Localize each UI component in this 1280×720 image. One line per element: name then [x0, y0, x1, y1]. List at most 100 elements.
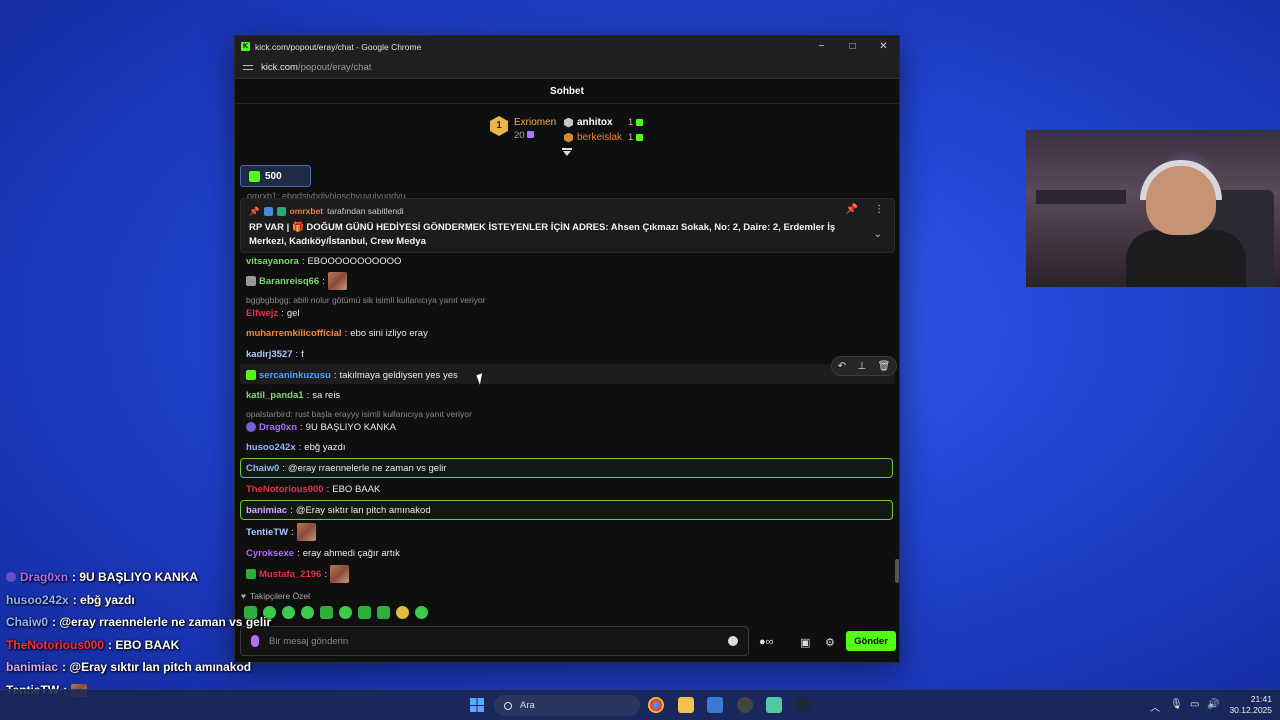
chat-message[interactable]: husoo242x: ebğ yazdı: [246, 440, 345, 454]
chat-message[interactable]: Baranreisq66:: [246, 272, 347, 290]
windows-start-icon[interactable]: [470, 698, 484, 712]
kicks-pill[interactable]: 500: [240, 165, 311, 187]
app-icon[interactable]: [766, 697, 782, 713]
leader-count: 20: [514, 130, 535, 141]
badge-icon: [246, 422, 256, 432]
leader-second[interactable]: anhitox: [564, 117, 613, 128]
gift-icon: [527, 131, 535, 138]
bronze-rank-icon: [564, 132, 573, 143]
chat-message[interactable]: sercaninkuzusu: takılmaya geldiysen yes …: [246, 368, 458, 382]
rank-one-badge-icon: 1: [490, 116, 508, 136]
reply-icon[interactable]: ↶: [838, 361, 846, 372]
emote-icon[interactable]: [415, 606, 428, 619]
pin-icon: 📌: [249, 205, 260, 216]
emote-icon[interactable]: [358, 606, 371, 619]
leader-third[interactable]: berkeislak: [564, 132, 622, 143]
volume-icon[interactable]: 🔊: [1207, 699, 1219, 710]
maximize-button[interactable]: □: [837, 36, 868, 57]
settings-gear-icon[interactable]: ⚙: [825, 636, 835, 649]
emote-image: [296, 523, 316, 541]
webcam-feed: [1026, 130, 1280, 287]
title-bar: K kick.com/popout/eray/chat - Google Chr…: [235, 36, 899, 57]
store-icon[interactable]: ▣: [800, 636, 810, 649]
chat-header: Sohbet: [235, 79, 899, 104]
chat-message[interactable]: Elfwejz: gel: [246, 306, 300, 320]
pinned-message[interactable]: 📌 omrxbet tarafından sabitlendi 📌 ⋮ RP V…: [240, 198, 895, 253]
kicks-icon: [249, 170, 260, 182]
chat-message[interactable]: kadirj3527: f: [246, 347, 304, 361]
windows-taskbar: Ara ︿ 🎙 ▭ 🔊 21:41 30.12.2025: [0, 689, 1280, 720]
pin-message-icon[interactable]: ⊥: [857, 361, 866, 372]
chat-message[interactable]: vitsayanora: EBOOOOOOOOOOO: [246, 254, 401, 268]
more-options-icon[interactable]: ⋮: [874, 204, 884, 215]
send-button[interactable]: Gönder: [846, 631, 896, 651]
pinned-by-user[interactable]: omrxbet: [290, 206, 324, 216]
emote-image: [327, 272, 347, 290]
second-count: 1: [628, 117, 644, 128]
overlay-chat-line: Drag0xn: 9U BAŞLIYO KANKA: [6, 570, 198, 584]
leader-name[interactable]: Exriomen: [514, 117, 556, 128]
taskbar-clock[interactable]: 21:41 30.12.2025: [1222, 694, 1272, 716]
microphone-icon[interactable]: [251, 635, 259, 647]
emote-icon[interactable]: [301, 606, 314, 619]
kick-logo-icon: K: [241, 42, 250, 51]
window-title: kick.com/popout/eray/chat - Google Chrom…: [255, 41, 422, 52]
chat-input[interactable]: [269, 635, 728, 647]
gift-icon: [636, 134, 644, 141]
collapse-leaderboard-icon[interactable]: [562, 148, 572, 158]
close-button[interactable]: ✕: [868, 36, 899, 57]
chat-message[interactable]: muharremkilicofficial: ebo sini izliyo e…: [246, 326, 428, 340]
pinned-by-label: tarafından sabitlendi: [327, 206, 404, 216]
reply-context[interactable]: bggbgbbgg: abili nolur götümü sik isimli…: [246, 295, 486, 305]
badge-icon: [276, 206, 286, 216]
silver-rank-icon: [564, 117, 573, 128]
emote-icon[interactable]: [377, 606, 390, 619]
chrome-window: K kick.com/popout/eray/chat - Google Chr…: [234, 35, 900, 663]
file-explorer-icon[interactable]: [678, 697, 694, 713]
taskbar-search[interactable]: Ara: [494, 695, 640, 716]
tray-chevron-icon[interactable]: ︿: [1150, 699, 1160, 714]
badge-icon: [246, 569, 256, 579]
chat-message[interactable]: TentieTW:: [246, 523, 316, 541]
app-icon[interactable]: [737, 697, 753, 713]
follower-only-label: ♥ Takipçilere Özel: [241, 591, 311, 601]
chat-message[interactable]: Chaiw0: @eray rraennelerle ne zaman vs g…: [246, 461, 446, 475]
unpin-icon[interactable]: 📌: [846, 204, 858, 215]
third-count: 1: [628, 132, 644, 143]
kicks-gift-icon[interactable]: ●∞: [759, 636, 774, 648]
emote-icon[interactable]: [320, 606, 333, 619]
emote-icon[interactable]: [339, 606, 352, 619]
chat-message[interactable]: banimiac: @Eray sıktır lan pitch amınako…: [246, 503, 431, 517]
steam-icon[interactable]: [795, 697, 811, 713]
microphone-tray-icon[interactable]: 🎙: [1170, 699, 1183, 710]
chat-message[interactable]: Drag0xn: 9U BAŞLIYO KANKA: [246, 420, 396, 434]
badge-icon: [263, 206, 273, 216]
reply-context[interactable]: opalstarbird: rust başla erayyy isimli k…: [246, 409, 472, 419]
network-icon[interactable]: ▭: [1190, 699, 1199, 710]
chat-scrollbar[interactable]: [895, 559, 899, 583]
photos-icon[interactable]: [707, 697, 723, 713]
emote-icon[interactable]: [282, 606, 295, 619]
chat-message[interactable]: Cyroksexe: eray ahmedi çağır artık: [246, 546, 400, 560]
emote-icon[interactable]: [396, 606, 409, 619]
chrome-icon[interactable]: [648, 697, 664, 713]
badge-icon: [6, 572, 16, 582]
expand-chevron-icon[interactable]: ⌄: [874, 229, 882, 240]
chat-message[interactable]: katil_panda1: sa reis: [246, 388, 340, 402]
badge-icon: [246, 276, 256, 286]
emote-image: [329, 565, 349, 583]
delete-icon[interactable]: 🗑: [878, 361, 891, 372]
gift-leaderboard[interactable]: 1 Exriomen 20 anhitox 1 berkeislak 1: [490, 116, 650, 152]
minimize-button[interactable]: −: [806, 36, 837, 57]
emote-quick-bar: [244, 606, 428, 619]
chat-message[interactable]: Mustafa_2196:: [246, 565, 349, 583]
chat-input-box[interactable]: [240, 626, 749, 656]
emoji-picker-icon[interactable]: [728, 636, 738, 646]
gift-icon: [636, 119, 644, 126]
overlay-chat-line: banimiac: @Eray sıktır lan pitch amınako…: [6, 660, 252, 674]
site-settings-icon[interactable]: [243, 64, 253, 72]
url-host: kick.com: [261, 62, 298, 73]
address-bar[interactable]: kick.com/popout/eray/chat: [235, 57, 899, 79]
chat-message[interactable]: TheNotorious000: EBO BAAK: [246, 482, 380, 496]
overlay-chat-line: Chaiw0: @eray rraennelerle ne zaman vs g…: [6, 615, 272, 629]
